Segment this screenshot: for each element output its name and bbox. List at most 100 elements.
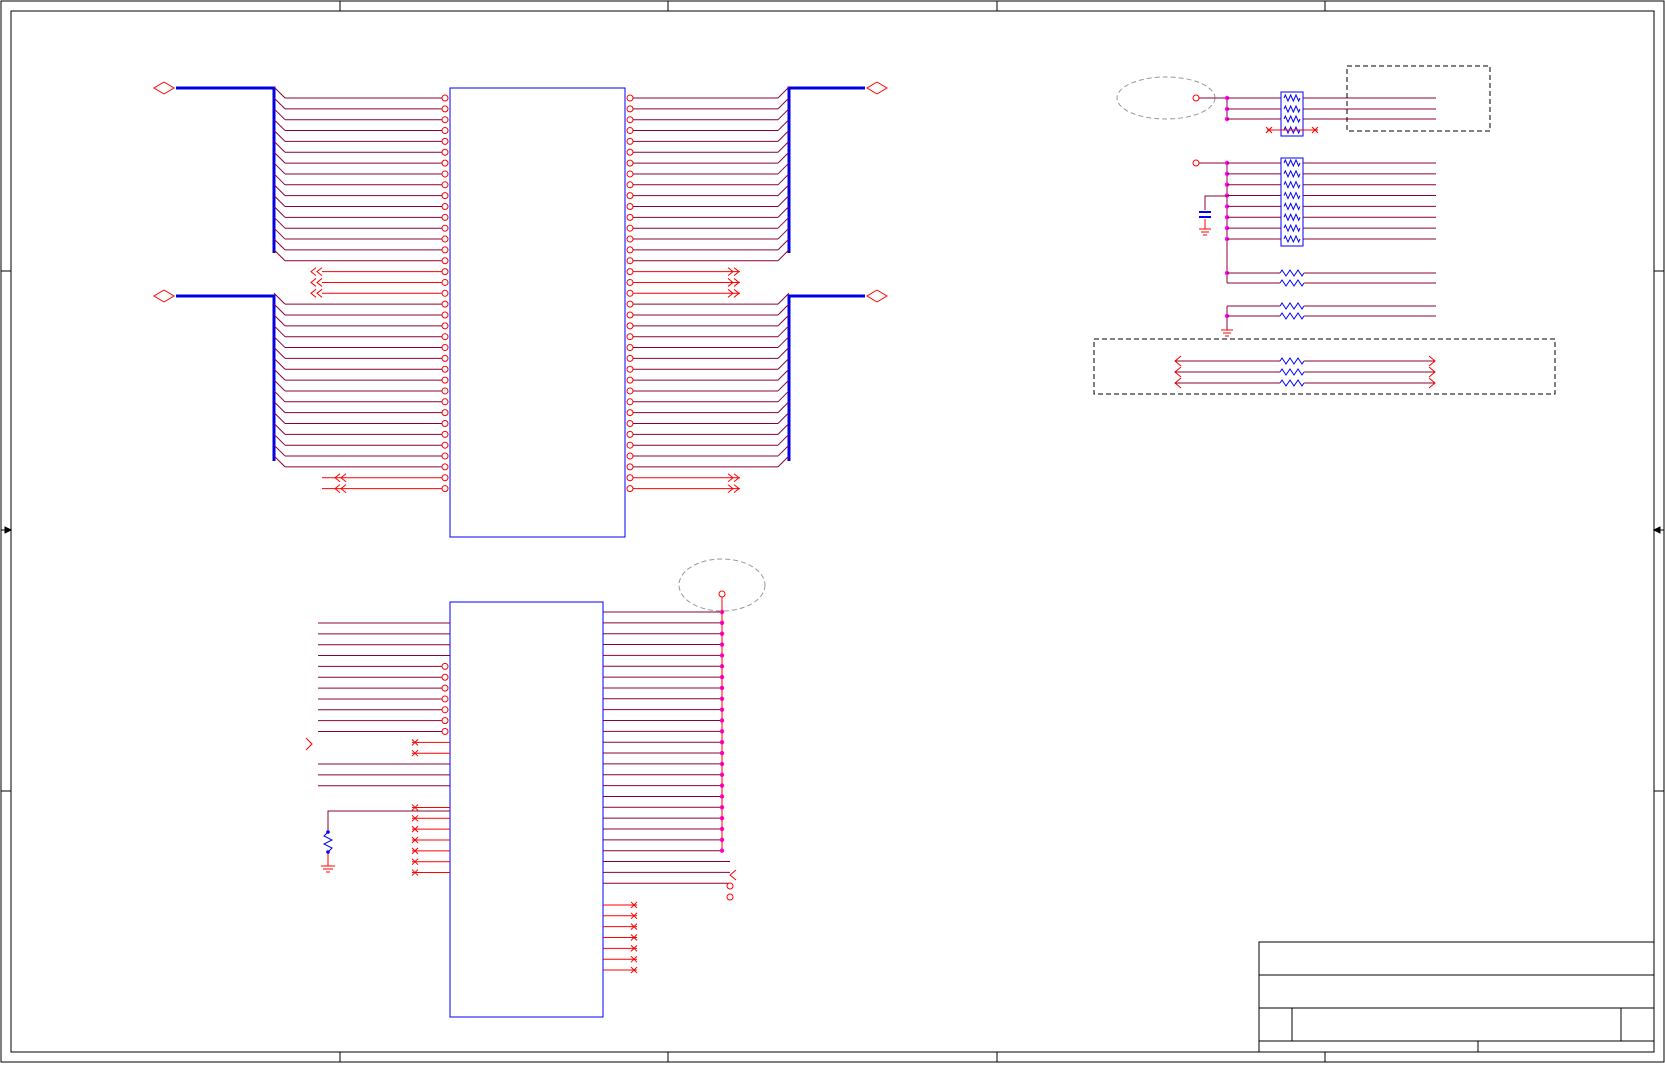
pin-left[interactable] <box>441 322 449 330</box>
pin-left[interactable] <box>441 300 449 308</box>
pin-left[interactable] <box>441 333 449 341</box>
pin-left[interactable] <box>441 365 449 373</box>
capacitor-c1[interactable] <box>1199 195 1227 229</box>
pin-right[interactable] <box>626 354 634 362</box>
pin-right[interactable] <box>626 387 634 395</box>
pin-right[interactable] <box>626 116 634 124</box>
resistor-element[interactable] <box>1283 213 1301 222</box>
pin-right[interactable] <box>626 213 634 221</box>
pin-left[interactable] <box>441 398 449 406</box>
resistor-element[interactable] <box>1283 202 1301 211</box>
pin-right[interactable] <box>626 463 634 471</box>
pin-right[interactable] <box>626 322 634 330</box>
pin-right[interactable] <box>626 268 634 276</box>
pin-left[interactable] <box>441 137 449 145</box>
pin-left[interactable] <box>441 94 449 102</box>
pin-left[interactable] <box>441 289 449 297</box>
resistor-element[interactable] <box>1279 357 1305 365</box>
pin-left[interactable] <box>441 224 449 232</box>
pin-left[interactable] <box>441 148 449 156</box>
pin-right[interactable] <box>626 127 634 135</box>
pin-left[interactable] <box>441 463 449 471</box>
pin-left[interactable] <box>441 409 449 417</box>
resistor-element[interactable] <box>1279 368 1305 376</box>
pin-left[interactable] <box>441 127 449 135</box>
resistor-element[interactable] <box>1283 158 1301 168</box>
resistor-element[interactable] <box>1283 104 1301 114</box>
bidirectional-port-icon[interactable] <box>153 289 175 303</box>
resistor-element[interactable] <box>1283 169 1301 179</box>
pin-right[interactable] <box>626 235 634 243</box>
power-pin[interactable] <box>1192 94 1200 102</box>
resistor-element[interactable] <box>1283 114 1301 124</box>
pin-right[interactable] <box>626 246 634 254</box>
bidirectional-port-icon[interactable] <box>866 289 888 303</box>
pin-right[interactable] <box>626 365 634 373</box>
offpage-connector-icon[interactable] <box>310 288 323 298</box>
pin-left[interactable] <box>441 344 449 352</box>
pin-right[interactable] <box>626 344 634 352</box>
offpage-connector-icon[interactable] <box>310 267 323 276</box>
input-port-icon[interactable] <box>305 737 313 751</box>
bus-upper-left[interactable] <box>176 86 276 253</box>
pin-right[interactable] <box>626 409 634 417</box>
connector-lower-u2[interactable] <box>449 601 604 1018</box>
pin-left[interactable] <box>441 684 449 692</box>
pin-left[interactable] <box>441 354 449 362</box>
pin-right[interactable] <box>626 485 634 493</box>
pin-left[interactable] <box>441 105 449 113</box>
input-port-icon[interactable] <box>729 869 737 881</box>
resistor-element[interactable] <box>1283 191 1301 200</box>
offpage-connector-icon[interactable] <box>310 278 323 287</box>
pin-right[interactable] <box>726 893 734 901</box>
pin-left[interactable] <box>441 662 449 670</box>
pin-right[interactable] <box>626 170 634 178</box>
pin-right[interactable] <box>626 398 634 406</box>
resistor-r2[interactable] <box>1279 312 1305 320</box>
resistor-r2[interactable] <box>1279 302 1305 310</box>
resistor-element[interactable] <box>1283 93 1301 103</box>
bus-lower-left[interactable] <box>176 294 276 461</box>
pin-right[interactable] <box>626 441 634 449</box>
pin-right[interactable] <box>626 192 634 200</box>
pin-right[interactable] <box>626 430 634 438</box>
pin-left[interactable] <box>441 246 449 254</box>
pin-right[interactable] <box>626 278 634 286</box>
pin-right[interactable] <box>626 181 634 189</box>
pin-left[interactable] <box>441 203 449 210</box>
bus-lower-right[interactable] <box>787 294 865 461</box>
pin-left[interactable] <box>441 376 449 384</box>
pin-left[interactable] <box>441 116 449 124</box>
pin-left[interactable] <box>441 159 449 167</box>
pin-left[interactable] <box>441 452 449 460</box>
pin-right[interactable] <box>626 224 634 232</box>
connector-upper-u1[interactable] <box>449 87 626 538</box>
bidirectional-port-icon[interactable] <box>153 81 175 95</box>
pin-right[interactable] <box>626 420 634 427</box>
pin-right[interactable] <box>626 137 634 145</box>
pin-left[interactable] <box>441 257 449 265</box>
resistor-element[interactable] <box>1283 223 1301 233</box>
pin-left[interactable] <box>441 181 449 189</box>
pin-left[interactable] <box>441 278 449 286</box>
pin-right[interactable] <box>626 257 634 265</box>
resistor-r1[interactable] <box>1279 279 1305 287</box>
pin-left[interactable] <box>441 441 449 449</box>
pin-left[interactable] <box>441 706 449 714</box>
pin-right[interactable] <box>626 105 634 113</box>
bidirectional-port-icon[interactable] <box>866 81 888 95</box>
pin-left[interactable] <box>441 268 449 276</box>
pin-right[interactable] <box>626 333 634 341</box>
resistor-element[interactable] <box>1283 234 1301 244</box>
pin-right[interactable] <box>626 452 634 460</box>
pin-left[interactable] <box>441 170 449 178</box>
pin-right[interactable] <box>726 882 734 890</box>
pin-left[interactable] <box>441 695 449 703</box>
resistor-array-rn2[interactable] <box>1280 157 1304 247</box>
pin-right[interactable] <box>626 376 634 384</box>
pin-left[interactable] <box>441 430 449 438</box>
pin-left[interactable] <box>441 311 449 319</box>
pin-left[interactable] <box>441 717 449 725</box>
bus-upper-right[interactable] <box>787 86 865 253</box>
power-pin[interactable] <box>1192 159 1200 167</box>
